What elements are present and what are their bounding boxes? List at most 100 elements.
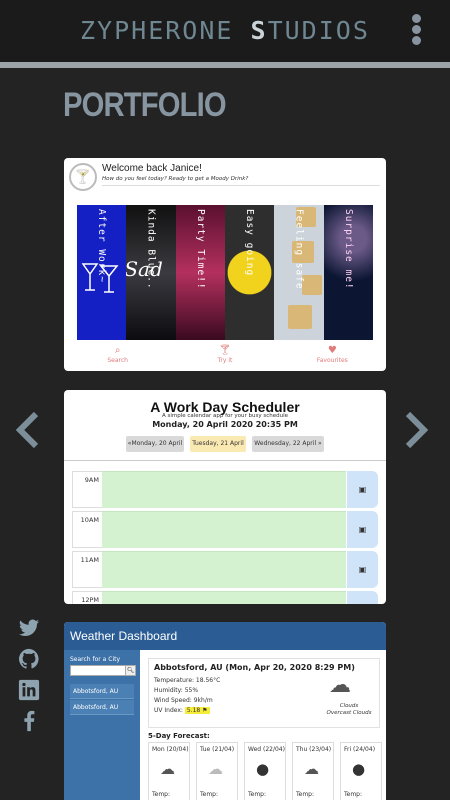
humidity-text: Humidity: 55% xyxy=(154,687,199,694)
brand-logo[interactable]: ZYPHERONE STUDIOS xyxy=(80,16,370,45)
city-history-item[interactable]: Abbotsford, AU xyxy=(70,684,134,699)
divider xyxy=(102,185,380,186)
portfolio-card-moody-drinks[interactable]: 🍸 Welcome back Janice! How do you feel t… xyxy=(64,158,386,371)
uv-label: UV Index: xyxy=(154,707,185,714)
mood-strip[interactable]: Kinda Blue.. Sad xyxy=(126,205,176,340)
forecast-card: Wed (22/04) ● Temp: xyxy=(244,742,286,800)
time-block-row: 9AM ▣ xyxy=(72,471,378,509)
current-city-heading: Abbotsford, AU (Mon, Apr 20, 2020 8:29 P… xyxy=(154,663,355,672)
forecast-day: Mon (20/04) xyxy=(152,746,189,753)
chevron-right-icon[interactable] xyxy=(400,410,430,450)
brand-text-end: TUDIOS xyxy=(267,16,370,45)
nav-favourites[interactable]: ♥ Favourites xyxy=(292,345,372,371)
mood-strip[interactable]: Feeling safe xyxy=(274,205,324,340)
forecast-card: Tue (21/04) ☁ Temp: xyxy=(196,742,238,800)
city-history-item[interactable]: Abbotsford, AU xyxy=(70,700,134,715)
event-textarea[interactable] xyxy=(102,471,346,508)
next-day-button[interactable]: Wednesday, 22 April » xyxy=(252,436,324,452)
kebab-menu-icon[interactable] xyxy=(410,14,422,46)
hour-label: 10AM xyxy=(72,511,102,548)
event-textarea[interactable] xyxy=(102,591,346,604)
divider xyxy=(64,460,386,461)
mood-strip[interactable]: Party Time!! xyxy=(175,205,225,340)
cocktail-icon: 🍸︎ xyxy=(218,345,232,356)
nav-try-it[interactable]: 🍸︎ Try it xyxy=(185,345,265,371)
uv-index-row: UV Index: 5.18 ⚑ xyxy=(154,707,210,714)
scheduler-date: Monday, 20 April 2020 20:35 PM xyxy=(152,420,298,429)
brand-text: ZYPHERONE xyxy=(80,16,251,45)
wind-text: Wind Speed: 9kh/m xyxy=(154,697,213,704)
forecast-card: Thu (23/04) ☁ Temp: xyxy=(292,742,334,800)
hour-label: 12PM xyxy=(72,591,102,604)
linkedin-icon[interactable] xyxy=(18,679,40,701)
mood-strips: After Work~ Kinda Blue.. Sad Party Time!… xyxy=(77,205,373,340)
cloud-icon: ☁ xyxy=(329,673,351,698)
forecast-temp: Temp: xyxy=(200,791,219,798)
welcome-subtitle: How do you feel today? Ready to get a Mo… xyxy=(102,176,249,182)
save-icon[interactable]: ▣ xyxy=(347,511,378,548)
portfolio-card-weather-dashboard[interactable]: Weather Dashboard Search for a City 🔍︎ A… xyxy=(64,622,386,800)
sad-overlay-text: Sad xyxy=(126,257,163,281)
portfolio-card-work-day-scheduler[interactable]: A Work Day Scheduler A simple calendar a… xyxy=(64,390,386,604)
time-block-row: 12PM ▣ xyxy=(72,591,378,604)
condition-detail: Overcast Clouds xyxy=(326,710,372,716)
drink-logo-icon: 🍸 xyxy=(69,163,97,191)
forecast-temp: Temp: xyxy=(344,791,363,798)
mood-label: Easy going xyxy=(244,209,256,277)
facebook-icon[interactable] xyxy=(18,710,40,732)
city-search-input[interactable] xyxy=(70,665,126,676)
cocktail-glasses-icon xyxy=(81,263,119,293)
search-icon: ⌕ xyxy=(114,345,121,356)
save-icon[interactable]: ▣ xyxy=(347,471,378,508)
nav-search[interactable]: ⌕ Search xyxy=(78,345,158,371)
mood-strip[interactable]: Easy going xyxy=(224,205,275,340)
condition-main: Clouds xyxy=(339,703,359,709)
twitter-icon[interactable] xyxy=(18,617,40,639)
forecast-temp: Temp: xyxy=(248,791,267,798)
search-icon[interactable]: 🔍︎ xyxy=(125,665,136,676)
mood-strip[interactable]: Surprise me! xyxy=(323,205,373,340)
hour-label: 11AM xyxy=(72,551,102,588)
forecast-temp: Temp: xyxy=(296,791,315,798)
forecast-day: Wed (22/04) xyxy=(248,746,285,753)
cloud-icon: ☁ xyxy=(208,760,223,778)
condition-text: Clouds Overcast Clouds xyxy=(319,703,379,717)
time-block-row: 10AM ▣ xyxy=(72,511,378,549)
forecast-day: Tue (21/04) xyxy=(200,746,235,753)
weather-title: Weather Dashboard xyxy=(70,629,178,643)
chevron-left-icon[interactable] xyxy=(14,410,44,450)
github-icon[interactable] xyxy=(18,648,40,670)
bottom-nav: ⌕ Search 🍸︎ Try it ♥ Favourites xyxy=(64,345,386,371)
time-block-row: 11AM ▣ xyxy=(72,551,378,589)
cloud-icon: ☁ xyxy=(304,760,319,778)
mood-label: Surprise me! xyxy=(342,209,354,290)
hour-label: 9AM xyxy=(72,471,102,508)
welcome-text: Welcome back Janice! xyxy=(102,163,202,174)
current-day-button[interactable]: Tuesday, 21 April xyxy=(190,436,246,452)
forecast-card: Fri (24/04) ● Temp: xyxy=(340,742,382,800)
save-icon[interactable]: ▣ xyxy=(347,591,378,604)
scheduler-tagline: A simple calendar app for your busy sche… xyxy=(161,413,289,419)
current-weather-panel: Abbotsford, AU (Mon, Apr 20, 2020 8:29 P… xyxy=(148,658,380,728)
forecast-heading: 5-Day Forecast: xyxy=(148,732,210,740)
uv-badge: 5.18 ⚑ xyxy=(184,707,210,714)
rain-icon: ● xyxy=(352,760,366,778)
forecast-day: Thu (23/04) xyxy=(296,746,332,753)
mood-label: Feeling safe xyxy=(293,209,305,290)
event-textarea[interactable] xyxy=(102,511,346,548)
page-title: PORTFOLIO xyxy=(63,86,227,124)
save-icon[interactable]: ▣ xyxy=(347,551,378,588)
cloud-icon: ☁ xyxy=(160,760,175,778)
nav-label: Search xyxy=(107,357,128,364)
prev-day-button[interactable]: «Monday, 20 April xyxy=(126,436,184,452)
forecast-temp: Temp: xyxy=(152,791,171,798)
search-label: Search for a City xyxy=(70,656,121,663)
nav-label: Try it xyxy=(217,357,233,364)
event-textarea[interactable] xyxy=(102,551,346,588)
heart-icon: ♥ xyxy=(327,345,337,356)
temperature-text: Temperature: 18.56°C xyxy=(154,677,221,684)
mood-strip[interactable]: After Work~ xyxy=(77,205,127,340)
weather-header: Weather Dashboard xyxy=(64,622,386,650)
brand-accent: S xyxy=(250,16,268,45)
forecast-day: Fri (24/04) xyxy=(344,746,376,753)
